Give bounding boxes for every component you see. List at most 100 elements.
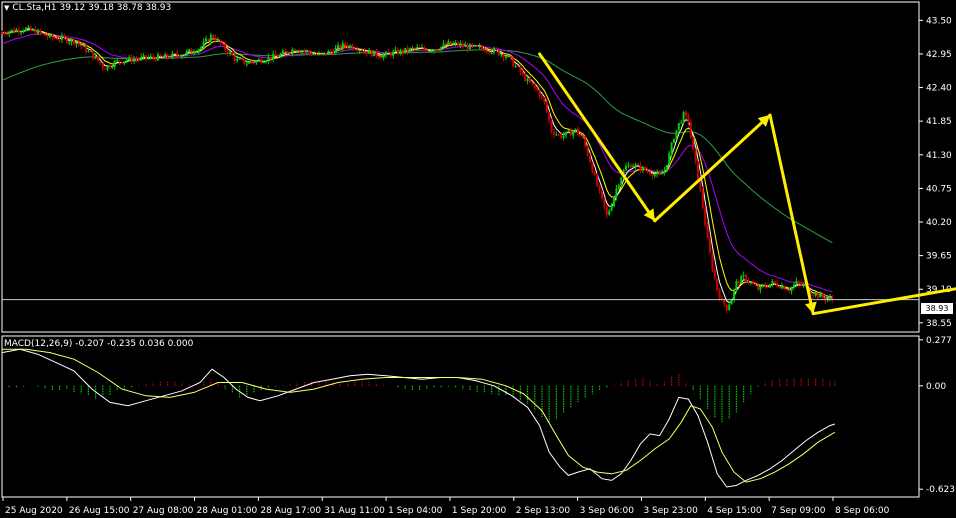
candle-bull xyxy=(128,56,131,61)
candle-bear xyxy=(89,50,92,52)
candle-bull xyxy=(113,61,116,67)
candle-bull xyxy=(334,47,337,54)
time-tick-label: 2 Sep 13:00 xyxy=(516,506,571,516)
candle-bear xyxy=(548,111,551,121)
candle-bear xyxy=(344,42,347,46)
candle-bull xyxy=(819,293,822,298)
candle-bull xyxy=(197,49,200,52)
candle-bear xyxy=(207,38,210,42)
candle-bear xyxy=(176,53,179,56)
candle-bear xyxy=(397,49,399,55)
price-ticks: 43.50 42.95 42.40 41.85 41.30 40.75 40.20 39.65… xyxy=(919,16,952,329)
candle-bull xyxy=(392,51,395,56)
candle-bear xyxy=(380,57,383,59)
candle-bear xyxy=(704,207,707,225)
candle-bull xyxy=(411,47,414,49)
candle-bear xyxy=(101,63,104,69)
candle-bull xyxy=(236,58,239,62)
candle-bull xyxy=(627,164,630,167)
candle-bear xyxy=(658,172,661,175)
candle-bear xyxy=(778,286,781,289)
candle-bear xyxy=(17,29,20,33)
time-tick-label: 25 Aug 2020 xyxy=(5,506,63,516)
candle-bear xyxy=(284,50,287,52)
candle-bull xyxy=(49,34,51,38)
candle-bear xyxy=(214,37,217,41)
price-tick-label: 42.40 xyxy=(926,84,952,94)
candle-bull xyxy=(430,50,433,52)
candle-bear xyxy=(685,112,687,116)
candle-bear xyxy=(389,53,392,56)
candle-bull xyxy=(183,54,186,56)
candle-bear xyxy=(13,29,15,32)
candle-bear xyxy=(152,56,155,59)
candle-bear xyxy=(159,54,162,57)
candle-bear xyxy=(605,207,608,215)
candle-bear xyxy=(5,33,8,35)
candle-bear xyxy=(190,49,193,53)
candle-bear xyxy=(353,48,356,50)
candle-bear xyxy=(29,26,32,31)
ma-fast-line xyxy=(1,28,833,304)
candle-bear xyxy=(361,50,363,52)
candle-bear xyxy=(709,237,711,253)
price-tick-label: 43.50 xyxy=(926,16,952,26)
candle-bull xyxy=(473,45,476,47)
macd-tick-label: 0.00 xyxy=(926,382,946,392)
candle-bull xyxy=(675,130,678,140)
candle-bull xyxy=(317,53,320,55)
candle-bull xyxy=(505,56,507,58)
candle-bear xyxy=(812,295,815,297)
candle-bull xyxy=(421,47,423,49)
price-tick-label: 38.55 xyxy=(926,319,952,329)
candle-bear xyxy=(773,281,776,284)
candle-bull xyxy=(663,170,666,174)
candle-bear xyxy=(154,58,157,61)
candle-bear xyxy=(250,62,253,64)
candle-bear xyxy=(557,134,560,136)
candle-bull xyxy=(188,49,191,51)
candle-bear xyxy=(531,82,534,85)
candle-bear xyxy=(418,47,421,49)
candle-bear xyxy=(437,49,440,51)
candle-bear xyxy=(476,45,479,47)
candle-bull xyxy=(385,51,387,55)
candle-bear xyxy=(509,56,512,59)
candle-bear xyxy=(34,29,37,35)
candle-bull xyxy=(682,112,685,123)
candle-bear xyxy=(118,60,121,63)
candle-bull xyxy=(25,27,27,32)
candle-bull xyxy=(440,46,443,50)
candle-bull xyxy=(469,44,471,50)
candle-bear xyxy=(589,155,591,163)
candle-bear xyxy=(97,56,99,62)
candle-bull xyxy=(82,45,85,47)
candle-bear xyxy=(488,51,491,53)
candle-bear xyxy=(697,161,699,179)
candle-bull xyxy=(70,39,73,42)
chart-title[interactable]: ▼ CL.Sta,H1 39.12 39.18 38.78 38.93 xyxy=(4,3,171,13)
candle-bear xyxy=(692,136,695,150)
candle-bull xyxy=(185,50,188,55)
candle-bull xyxy=(181,55,183,57)
candle-bear xyxy=(716,278,719,291)
candle-bear xyxy=(269,57,272,60)
candle-bear xyxy=(485,51,488,53)
candle-bear xyxy=(495,48,498,51)
candle-bear xyxy=(315,54,318,56)
candle-bear xyxy=(745,274,747,282)
candle-bear xyxy=(121,62,123,64)
candle-bear xyxy=(821,293,824,298)
candle-bear xyxy=(135,59,138,61)
candle-bear xyxy=(425,49,428,52)
candle-bear xyxy=(1,32,3,34)
candle-bull xyxy=(447,41,450,45)
candle-bull xyxy=(617,185,620,189)
time-tick-label: 3 Sep 23:00 xyxy=(643,506,698,516)
candle-bull xyxy=(507,56,510,58)
candle-bear xyxy=(109,65,111,68)
trend-arrow-line xyxy=(653,113,772,223)
candle-bear xyxy=(63,35,66,38)
candle-bull xyxy=(61,35,63,40)
collapse-triangle-icon[interactable]: ▼ xyxy=(4,4,9,12)
